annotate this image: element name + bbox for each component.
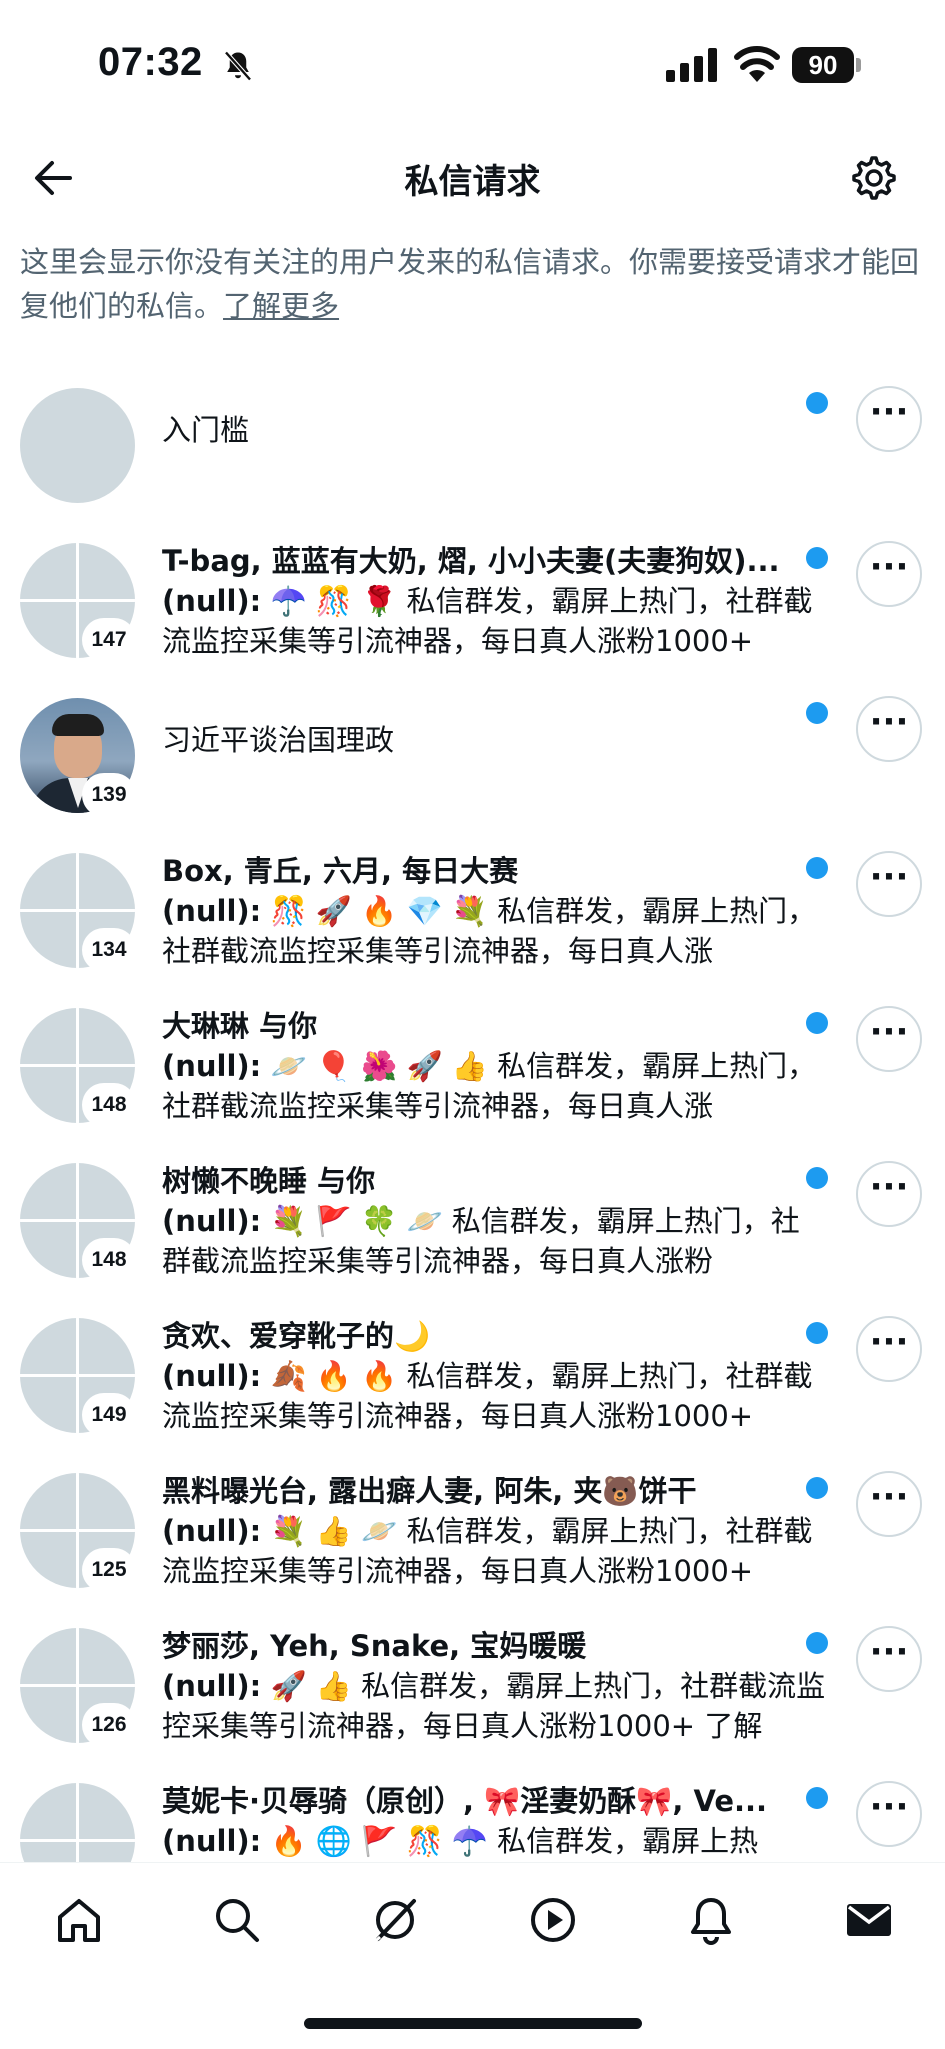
more-options-button[interactable]: ··· xyxy=(856,1471,922,1537)
unread-dot xyxy=(806,1632,828,1654)
home-indicator xyxy=(304,2018,642,2029)
preview-text: 🎊 🚀 🔥 💎 💐 私信群发，霸屏上热门，社群截流监控采集等引流神器，每日真人涨 xyxy=(162,894,817,968)
conversation-name: 入门槛 xyxy=(162,413,250,447)
home-icon[interactable] xyxy=(52,1893,106,1947)
status-bar: 07:32 90 xyxy=(0,0,945,120)
more-options-button[interactable]: ··· xyxy=(856,386,922,452)
conversation-row[interactable]: 148 树懒不晚睡 与你 (null): 💐 🚩 🍀 🪐 私信群发，霸屏上热门，… xyxy=(0,1153,945,1308)
gear-icon[interactable] xyxy=(848,154,896,202)
unread-dot xyxy=(806,857,828,879)
cellular-signal-icon xyxy=(666,48,717,82)
conversation-row[interactable]: 125 黑料曝光台, 露出癖人妻, 阿朱, 夹🐻饼干 (null): 💐 👍 🪐… xyxy=(0,1463,945,1618)
unread-dot xyxy=(806,547,828,569)
battery-level: 90 xyxy=(792,47,854,83)
message-preview: (null): 🍂 🔥 🔥 私信群发，霸屏上热门，社群截流监控采集等引流神器，每… xyxy=(162,1356,827,1436)
requests-description: 这里会显示你没有关注的用户发来的私信请求。你需要接受请求才能回复他们的私信。了解… xyxy=(20,240,925,328)
notifications-icon[interactable] xyxy=(684,1893,738,1947)
message-preview: (null): ☂️ 🎊 🌹 私信群发，霸屏上热门，社群截流监控采集等引流神器，… xyxy=(162,581,827,661)
more-options-button[interactable]: ··· xyxy=(856,1316,922,1382)
sender-label: (null): xyxy=(162,1824,262,1858)
conversation-name: T-bag, 蓝蓝有大奶, 熠, 小小夫妻(夫妻狗奴)... xyxy=(162,544,780,578)
more-options-button[interactable]: ··· xyxy=(856,1006,922,1072)
page-title: 私信请求 xyxy=(404,162,541,202)
battery-indicator: 90 xyxy=(792,47,862,83)
unread-dot xyxy=(806,702,828,724)
conversation-row[interactable]: 134 Box, 青丘, 六月, 每日大赛 (null): 🎊 🚀 🔥 💎 💐 … xyxy=(0,843,945,998)
member-count-badge: 139 xyxy=(84,775,134,815)
conversation-name: 大琳琳 与你 xyxy=(162,1009,318,1043)
sender-label: (null): xyxy=(162,584,262,618)
message-preview: (null): 💐 👍 🪐 私信群发，霸屏上热门，社群截流监控采集等引流神器，每… xyxy=(162,1511,827,1591)
more-options-button[interactable]: ··· xyxy=(856,541,922,607)
unread-dot xyxy=(806,392,828,414)
member-count-badge: 148 xyxy=(84,1240,134,1280)
message-preview: (null): 🎊 🚀 🔥 💎 💐 私信群发，霸屏上热门，社群截流监控采集等引流… xyxy=(162,891,827,971)
conversation-name: 树懒不晚睡 与你 xyxy=(162,1164,376,1198)
conversation-row[interactable]: 147 T-bag, 蓝蓝有大奶, 熠, 小小夫妻(夫妻狗奴)... (null… xyxy=(0,533,945,688)
member-count-badge: 126 xyxy=(84,1705,134,1745)
sender-label: (null): xyxy=(162,894,262,928)
bell-muted-icon xyxy=(224,51,252,81)
conversation-row[interactable]: 126 梦丽莎, Yeh, Snake, 宝妈暖暖 (null): 🚀 👍 私信… xyxy=(0,1618,945,1773)
grok-icon[interactable] xyxy=(368,1893,422,1947)
member-count-badge: 148 xyxy=(84,1085,134,1125)
wifi-icon xyxy=(734,46,780,82)
conversation-row[interactable]: 139 习近平谈治国理政 ··· xyxy=(0,688,945,843)
unread-dot xyxy=(806,1167,828,1189)
status-time: 07:32 xyxy=(98,40,203,84)
conversation-name: 贪欢、爱穿靴子的🌙 xyxy=(162,1319,431,1353)
more-options-button[interactable]: ··· xyxy=(856,851,922,917)
message-preview: (null): 🪐 🎈 🌺 🚀 👍 私信群发，霸屏上热门，社群截流监控采集等引流… xyxy=(162,1046,827,1126)
avatar xyxy=(20,388,135,503)
preview-text: 🔥 🌐 🚩 🎊 ☂️ 私信群发，霸屏上热 xyxy=(270,1824,759,1858)
member-count-badge: 134 xyxy=(84,930,134,970)
messages-icon[interactable] xyxy=(842,1893,896,1947)
unread-dot xyxy=(806,1322,828,1344)
sender-label: (null): xyxy=(162,1049,262,1083)
conversation-row[interactable]: 148 大琳琳 与你 (null): 🪐 🎈 🌺 🚀 👍 私信群发，霸屏上热门，… xyxy=(0,998,945,1153)
more-options-button[interactable]: ··· xyxy=(856,1161,922,1227)
conversation-row[interactable]: 入门槛 ··· xyxy=(0,378,945,533)
learn-more-link[interactable]: 了解更多 xyxy=(223,289,339,323)
sender-label: (null): xyxy=(162,1359,262,1393)
member-count-badge: 149 xyxy=(84,1395,134,1435)
search-icon[interactable] xyxy=(210,1893,264,1947)
conversation-name: Box, 青丘, 六月, 每日大赛 xyxy=(162,854,519,888)
video-icon[interactable] xyxy=(526,1893,580,1947)
sender-label: (null): xyxy=(162,1204,262,1238)
message-preview: (null): 🚀 👍 私信群发，霸屏上热门，社群截流监控采集等引流神器，每日真… xyxy=(162,1666,827,1746)
member-count-badge: 147 xyxy=(84,620,134,660)
bottom-navigation xyxy=(0,1862,945,2049)
unread-dot xyxy=(806,1787,828,1809)
message-preview: (null): 💐 🚩 🍀 🪐 私信群发，霸屏上热门，社群截流监控采集等引流神器… xyxy=(162,1201,827,1281)
conversation-name: 梦丽莎, Yeh, Snake, 宝妈暖暖 xyxy=(162,1629,587,1663)
sender-label: (null): xyxy=(162,1514,262,1548)
conversation-row[interactable]: 149 贪欢、爱穿靴子的🌙 (null): 🍂 🔥 🔥 私信群发，霸屏上热门，社… xyxy=(0,1308,945,1463)
message-request-list: 入门槛 ··· 147 T-bag, 蓝蓝有大奶, 熠, 小小夫妻(夫妻狗奴).… xyxy=(0,378,945,1928)
member-count-badge: 125 xyxy=(84,1550,134,1590)
battery-nub xyxy=(856,58,861,72)
header: 私信请求 xyxy=(0,138,945,218)
unread-dot xyxy=(806,1477,828,1499)
conversation-name: 黑料曝光台, 露出癖人妻, 阿朱, 夹🐻饼干 xyxy=(162,1474,697,1508)
unread-dot xyxy=(806,1012,828,1034)
preview-text: 🪐 🎈 🌺 🚀 👍 私信群发，霸屏上热门，社群截流监控采集等引流神器，每日真人涨 xyxy=(162,1049,817,1123)
more-options-button[interactable]: ··· xyxy=(856,1626,922,1692)
sender-label: (null): xyxy=(162,1669,262,1703)
more-options-button[interactable]: ··· xyxy=(856,696,922,762)
conversation-name: 习近平谈治国理政 xyxy=(162,723,395,757)
preview-text: 🚀 👍 私信群发，霸屏上热门，社群截流监控采集等引流神器，每日真人涨粉1000+… xyxy=(162,1669,826,1743)
more-options-button[interactable]: ··· xyxy=(856,1781,922,1847)
description-text: 这里会显示你没有关注的用户发来的私信请求。你需要接受请求才能回复他们的私信。 xyxy=(20,245,920,323)
conversation-name: 莫妮卡·贝辱骑（原创）, 🎀淫妻奶酥🎀, Ve... xyxy=(162,1784,768,1818)
